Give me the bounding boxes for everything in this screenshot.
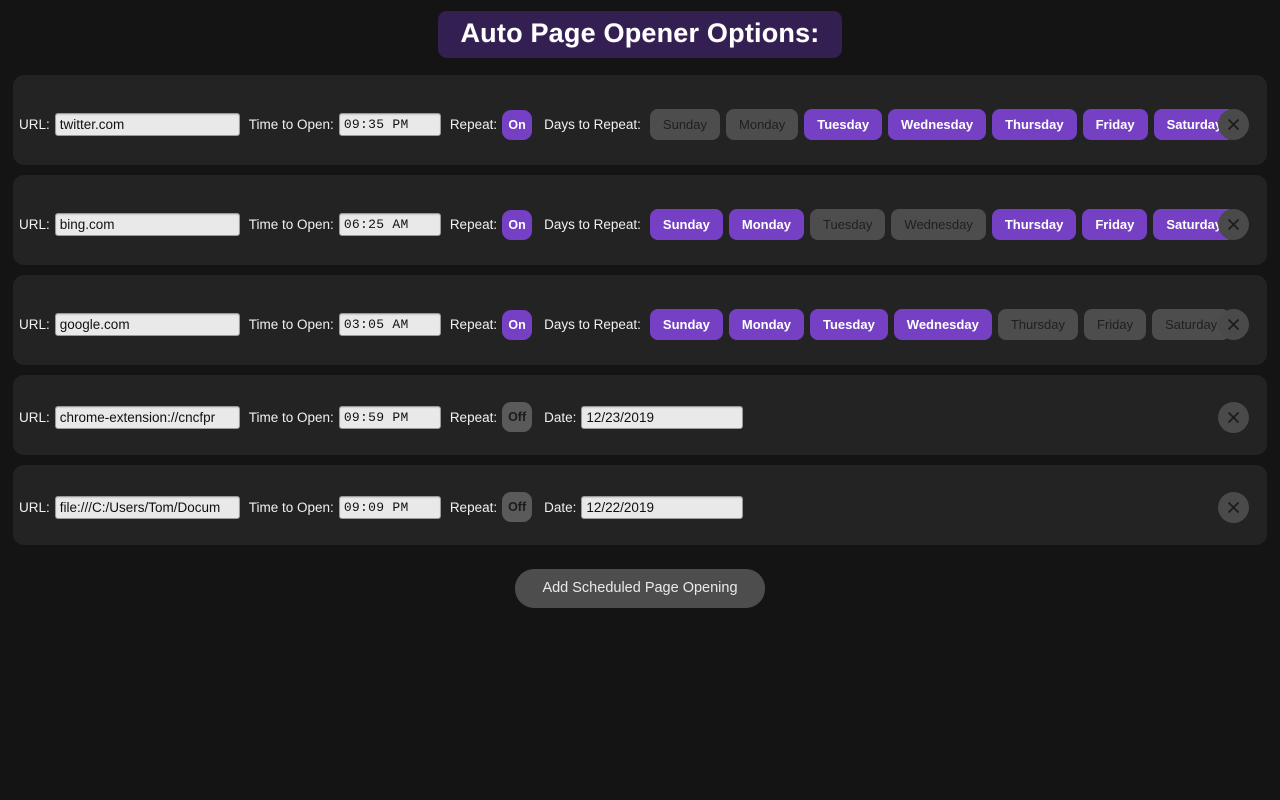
days-to-repeat-label: Days to Repeat: xyxy=(544,317,641,332)
schedule-row: URL: google.com Time to Open: 03:05 AM Repea… xyxy=(13,275,1267,365)
day-button-monday[interactable]: Monday xyxy=(726,109,799,140)
page-header: Auto Page Opener Options: xyxy=(0,0,1280,58)
schedule-list: URL: twitter.com Time to Open: 09:35 PM Repe… xyxy=(0,75,1280,545)
day-button-friday[interactable]: Friday xyxy=(1082,109,1148,140)
url-input[interactable]: file:///C:/Users/Tom/Docum xyxy=(54,495,240,519)
url-input[interactable]: chrome-extension://cncfpr xyxy=(54,405,240,429)
remove-schedule-button[interactable] xyxy=(1218,492,1249,523)
url-label: URL: xyxy=(19,117,50,132)
day-button-sunday[interactable]: Sunday xyxy=(649,309,723,340)
days-to-repeat-group: Sunday Monday Tuesday Wednesday Thursday Frid… xyxy=(649,109,1236,140)
day-button-sunday[interactable]: Sunday xyxy=(649,209,723,240)
repeat-toggle[interactable]: On xyxy=(502,309,533,340)
day-button-sunday[interactable]: Sunday xyxy=(649,109,721,140)
schedule-row-content: URL: bing.com Time to Open: 06:25 AM Repeat:… xyxy=(13,209,1267,240)
schedule-row: URL: bing.com Time to Open: 06:25 AM Repeat:… xyxy=(13,175,1267,265)
schedule-row-content: URL: chrome-extension://cncfpr Time to Ope… xyxy=(13,402,1267,432)
repeat-label: Repeat: xyxy=(449,409,498,425)
remove-schedule-button[interactable] xyxy=(1218,309,1249,340)
day-button-wednesday[interactable]: Wednesday xyxy=(893,309,992,340)
close-icon xyxy=(1227,411,1240,424)
day-button-tuesday[interactable]: Tuesday xyxy=(810,309,888,340)
day-button-tuesday[interactable]: Tuesday xyxy=(804,109,883,140)
close-icon xyxy=(1227,318,1240,331)
url-label: URL: xyxy=(19,217,50,232)
repeat-toggle[interactable]: On xyxy=(502,209,533,240)
day-button-tuesday[interactable]: Tuesday xyxy=(810,209,886,240)
schedule-row: URL: chrome-extension://cncfpr Time to Ope… xyxy=(13,375,1267,455)
time-input[interactable]: 09:59 PM xyxy=(338,405,441,429)
url-input[interactable]: google.com xyxy=(54,313,240,336)
url-label: URL: xyxy=(19,317,50,332)
day-button-thursday[interactable]: Thursday xyxy=(997,309,1079,340)
repeat-label: Repeat: xyxy=(449,117,498,132)
time-to-open-label: Time to Open: xyxy=(248,499,334,515)
days-to-repeat-group: Sunday Monday Tuesday Wednesday Thursday Frid… xyxy=(649,209,1235,240)
day-button-monday[interactable]: Monday xyxy=(728,209,805,240)
date-input[interactable]: 12/23/2019 xyxy=(581,405,744,429)
repeat-toggle[interactable]: On xyxy=(502,109,533,140)
time-to-open-label: Time to Open: xyxy=(248,317,334,332)
schedule-row-content: URL: twitter.com Time to Open: 09:35 PM Repe… xyxy=(13,109,1267,140)
close-icon xyxy=(1227,118,1240,131)
options-page: Auto Page Opener Options: URL: twitter.co… xyxy=(0,0,1280,800)
time-to-open-label: Time to Open: xyxy=(248,217,334,232)
day-button-thursday[interactable]: Thursday xyxy=(992,109,1077,140)
url-label: URL: xyxy=(19,409,50,425)
footer: Add Scheduled Page Opening xyxy=(0,569,1280,608)
repeat-label: Repeat: xyxy=(449,499,498,515)
repeat-label: Repeat: xyxy=(449,317,498,332)
days-to-repeat-label: Days to Repeat: xyxy=(544,117,641,132)
time-to-open-label: Time to Open: xyxy=(248,409,334,425)
url-label: URL: xyxy=(19,499,50,515)
day-button-thursday[interactable]: Thursday xyxy=(991,209,1077,240)
remove-schedule-button[interactable] xyxy=(1218,109,1249,140)
time-input[interactable]: 09:09 PM xyxy=(338,495,441,519)
day-button-wednesday[interactable]: Wednesday xyxy=(891,209,986,240)
date-label: Date: xyxy=(544,499,577,515)
days-to-repeat-label: Days to Repeat: xyxy=(544,217,641,232)
day-button-friday[interactable]: Friday xyxy=(1082,209,1148,240)
schedule-row-content: URL: file:///C:/Users/Tom/Docum Time to Op… xyxy=(13,492,1267,522)
time-input[interactable]: 09:35 PM xyxy=(338,113,441,136)
date-label: Date: xyxy=(544,409,577,425)
time-input[interactable]: 03:05 AM xyxy=(338,313,441,336)
date-input[interactable]: 12/22/2019 xyxy=(581,495,744,519)
day-button-friday[interactable]: Friday xyxy=(1084,309,1147,340)
schedule-row-content: URL: google.com Time to Open: 03:05 AM Repea… xyxy=(13,309,1267,340)
day-button-monday[interactable]: Monday xyxy=(728,309,805,340)
repeat-toggle[interactable]: Off xyxy=(502,402,533,432)
url-input[interactable]: bing.com xyxy=(54,213,240,236)
close-icon xyxy=(1227,501,1240,514)
add-scheduled-page-opening-button[interactable]: Add Scheduled Page Opening xyxy=(515,569,765,608)
url-input[interactable]: twitter.com xyxy=(54,113,240,136)
time-to-open-label: Time to Open: xyxy=(248,117,334,132)
remove-schedule-button[interactable] xyxy=(1218,209,1249,240)
schedule-row: URL: file:///C:/Users/Tom/Docum Time to Op… xyxy=(13,465,1267,545)
day-button-wednesday[interactable]: Wednesday xyxy=(888,109,987,140)
remove-schedule-button[interactable] xyxy=(1218,402,1249,433)
days-to-repeat-group: Sunday Monday Tuesday Wednesday Thursday Frid… xyxy=(649,309,1231,340)
page-title: Auto Page Opener Options: xyxy=(438,11,842,58)
close-icon xyxy=(1227,218,1240,231)
repeat-toggle[interactable]: Off xyxy=(502,492,533,522)
time-input[interactable]: 06:25 AM xyxy=(338,213,441,236)
schedule-row: URL: twitter.com Time to Open: 09:35 PM Repe… xyxy=(13,75,1267,165)
repeat-label: Repeat: xyxy=(449,217,498,232)
